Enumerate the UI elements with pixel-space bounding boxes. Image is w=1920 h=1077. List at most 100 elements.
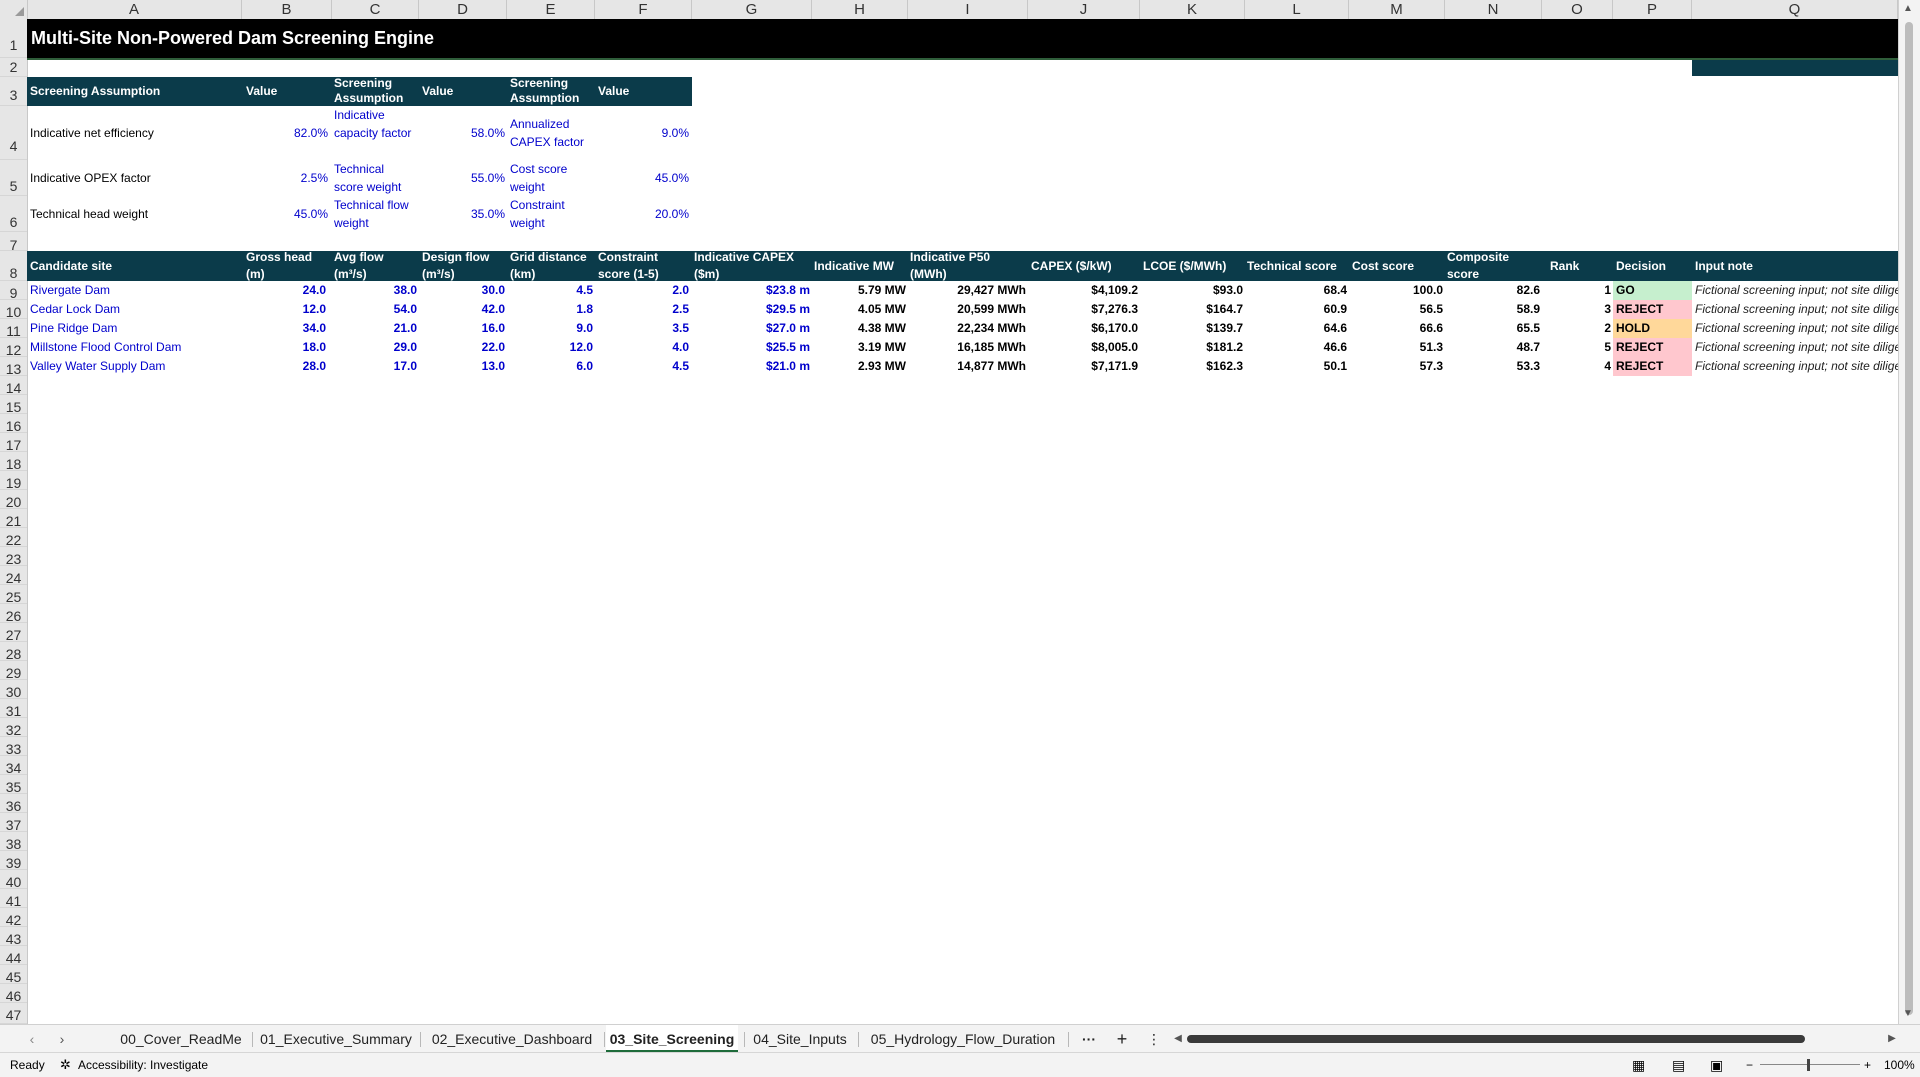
tab-cover-readme[interactable]: 00_Cover_ReadMe — [116, 1025, 246, 1053]
row-header[interactable]: 14 — [0, 376, 27, 396]
tab-hydrology-flow-duration[interactable]: 05_Hydrology_Flow_Duration — [864, 1025, 1062, 1053]
assumption-label[interactable]: Indicative net efficiency — [30, 124, 154, 142]
assumption-value[interactable]: 35.0% — [419, 207, 505, 221]
lcoe-cell[interactable]: $93.0 — [1140, 281, 1243, 300]
assumption-value[interactable]: 45.0% — [242, 207, 328, 221]
assumption-label[interactable]: Cost score weight — [510, 160, 595, 196]
assumption-label[interactable]: Technical score weight — [334, 160, 414, 196]
hscroll-left-icon[interactable]: ◀ — [1172, 1025, 1184, 1053]
more-tabs-icon[interactable]: ··· — [1078, 1025, 1100, 1053]
lcoe-cell[interactable]: $164.7 — [1140, 300, 1243, 319]
composite-score-cell[interactable]: 65.5 — [1445, 319, 1540, 338]
row-header[interactable]: 31 — [0, 699, 27, 719]
tab-options-icon[interactable]: ⋮ — [1144, 1025, 1164, 1053]
technical-score-cell[interactable]: 50.1 — [1245, 357, 1347, 376]
header-composite-score[interactable]: Composite score — [1447, 249, 1527, 283]
grid-distance-cell[interactable]: 4.5 — [507, 281, 593, 300]
row-header[interactable]: 32 — [0, 718, 27, 738]
page-break-icon[interactable]: ▣ — [1710, 1053, 1723, 1077]
column-header-o[interactable]: O — [1542, 0, 1613, 19]
design-flow-cell[interactable]: 16.0 — [419, 319, 505, 338]
row-header[interactable]: 47 — [0, 1003, 27, 1024]
design-flow-cell[interactable]: 30.0 — [419, 281, 505, 300]
gross-head-cell[interactable]: 24.0 — [242, 281, 326, 300]
indicative-mw-cell[interactable]: 5.79 MW — [812, 281, 906, 300]
zoom-out-icon[interactable]: − — [1746, 1053, 1753, 1077]
decision-cell[interactable]: REJECT — [1613, 357, 1692, 376]
row-header[interactable]: 16 — [0, 414, 27, 434]
grid-distance-cell[interactable]: 12.0 — [507, 338, 593, 357]
header-indicative-mw[interactable]: Indicative MW — [814, 258, 894, 275]
lcoe-cell[interactable]: $162.3 — [1140, 357, 1243, 376]
row-header[interactable]: 45 — [0, 965, 27, 985]
row-header[interactable]: 7 — [0, 232, 27, 253]
indicative-p50-cell[interactable]: 20,599 MWh — [908, 300, 1026, 319]
indicative-capex-cell[interactable]: $25.5 m — [692, 338, 810, 357]
assumption-label[interactable]: Constraint weight — [510, 196, 595, 232]
row-header[interactable]: 44 — [0, 946, 27, 966]
lcoe-cell[interactable]: $139.7 — [1140, 319, 1243, 338]
grid-distance-cell[interactable]: 1.8 — [507, 300, 593, 319]
technical-score-cell[interactable]: 60.9 — [1245, 300, 1347, 319]
header-grid-distance[interactable]: Grid distance (km) — [510, 249, 594, 283]
header-decision[interactable]: Decision — [1616, 258, 1666, 275]
accessibility-icon[interactable]: ✲ — [60, 1053, 71, 1077]
technical-score-cell[interactable]: 68.4 — [1245, 281, 1347, 300]
grid-distance-cell[interactable]: 6.0 — [507, 357, 593, 376]
row-header[interactable]: 21 — [0, 509, 27, 529]
input-note-cell[interactable]: Fictional screening input; not site dili… — [1695, 357, 1898, 376]
gross-head-cell[interactable]: 12.0 — [242, 300, 326, 319]
gross-head-cell[interactable]: 28.0 — [242, 357, 326, 376]
row-header[interactable]: 42 — [0, 908, 27, 928]
input-note-cell[interactable]: Fictional screening input; not site dili… — [1695, 338, 1898, 357]
row-header[interactable]: 24 — [0, 566, 27, 586]
column-header-d[interactable]: D — [419, 0, 507, 19]
decision-cell[interactable]: REJECT — [1613, 338, 1692, 357]
indicative-capex-cell[interactable]: $29.5 m — [692, 300, 810, 319]
header-cost-score[interactable]: Cost score — [1352, 258, 1414, 275]
constraint-score-cell[interactable]: 4.5 — [595, 357, 689, 376]
cost-score-cell[interactable]: 66.6 — [1349, 319, 1443, 338]
technical-score-cell[interactable]: 64.6 — [1245, 319, 1347, 338]
tab-scroll-right-icon[interactable]: › — [52, 1025, 72, 1053]
header-capex-kw[interactable]: CAPEX ($/kW) — [1031, 258, 1112, 275]
tab-site-inputs[interactable]: 04_Site_Inputs — [748, 1025, 852, 1053]
zoom-slider-thumb[interactable] — [1807, 1059, 1810, 1071]
cost-score-cell[interactable]: 56.5 — [1349, 300, 1443, 319]
assumption-value[interactable]: 2.5% — [242, 171, 328, 185]
header-lcoe[interactable]: LCOE ($/MWh) — [1143, 258, 1226, 275]
zoom-level[interactable]: 100% — [1884, 1053, 1915, 1077]
column-header-j[interactable]: J — [1028, 0, 1140, 19]
cost-score-cell[interactable]: 57.3 — [1349, 357, 1443, 376]
avg-flow-cell[interactable]: 29.0 — [332, 338, 417, 357]
value-header-2[interactable]: Value — [422, 84, 453, 99]
scroll-down-icon[interactable]: ▼ — [1903, 1008, 1913, 1019]
row-header[interactable]: 43 — [0, 927, 27, 947]
row-header[interactable]: 20 — [0, 490, 27, 510]
header-technical-score[interactable]: Technical score — [1247, 258, 1337, 275]
row-header[interactable]: 40 — [0, 870, 27, 890]
row-header[interactable]: 38 — [0, 832, 27, 852]
row-header[interactable]: 46 — [0, 984, 27, 1004]
scroll-up-icon[interactable]: ▲ — [1903, 3, 1913, 14]
rank-cell[interactable]: 4 — [1542, 357, 1611, 376]
header-candidate-site[interactable]: Candidate site — [30, 258, 112, 275]
capex-per-kw-cell[interactable]: $7,171.9 — [1028, 357, 1138, 376]
indicative-mw-cell[interactable]: 4.38 MW — [812, 319, 906, 338]
row-header[interactable]: 27 — [0, 623, 27, 643]
assumption-label[interactable]: Annualized CAPEX factor — [510, 115, 595, 151]
assumption-header-1[interactable]: Screening Assumption — [30, 84, 160, 99]
row-header[interactable]: 35 — [0, 775, 27, 795]
composite-score-cell[interactable]: 58.9 — [1445, 300, 1540, 319]
composite-score-cell[interactable]: 53.3 — [1445, 357, 1540, 376]
header-avg-flow[interactable]: Avg flow (m³/s) — [334, 249, 418, 283]
row-header[interactable]: 37 — [0, 813, 27, 833]
column-header-q[interactable]: Q — [1692, 0, 1898, 19]
capex-per-kw-cell[interactable]: $4,109.2 — [1028, 281, 1138, 300]
decision-cell[interactable]: HOLD — [1613, 319, 1692, 338]
assumption-label[interactable]: Technical flow weight — [334, 196, 414, 232]
technical-score-cell[interactable]: 46.6 — [1245, 338, 1347, 357]
constraint-score-cell[interactable]: 4.0 — [595, 338, 689, 357]
assumption-header-3[interactable]: Screening Assumption — [510, 76, 594, 106]
candidate-site-cell[interactable]: Pine Ridge Dam — [30, 319, 117, 338]
